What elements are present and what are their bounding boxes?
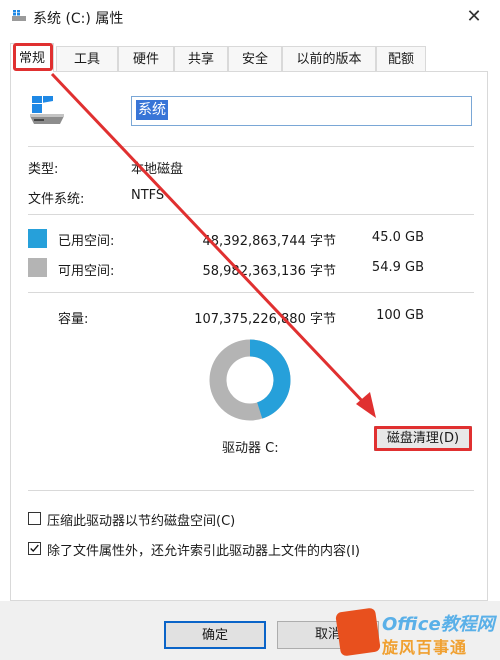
- free-color-swatch: [28, 258, 47, 277]
- window-title: 系统 (C:) 属性: [33, 11, 124, 27]
- drive-letter-label: 驱动器 C:: [222, 441, 279, 456]
- used-space-bytes: 48,392,863,744 字节: [202, 234, 336, 249]
- type-label: 类型:: [28, 162, 59, 177]
- drive-icon: [12, 10, 26, 21]
- filesystem-value: NTFS: [131, 188, 165, 203]
- capacity-bytes: 107,375,226,880 字节: [194, 312, 336, 327]
- tab-quota[interactable]: 配额: [376, 46, 426, 71]
- ok-button[interactable]: 确定: [164, 621, 266, 649]
- tab-security[interactable]: 安全: [228, 46, 282, 71]
- free-space-gb: 54.9 GB: [371, 260, 424, 275]
- checkmark-icon: [30, 544, 39, 553]
- tab-highlight-box: [13, 43, 53, 71]
- tab-tools[interactable]: 工具: [56, 46, 118, 71]
- free-space-bytes: 58,982,363,136 字节: [202, 264, 336, 279]
- divider: [28, 490, 474, 491]
- drive-name-value: 系统: [136, 100, 168, 120]
- watermark-logo: Office教程网 旋风百事通: [335, 607, 498, 658]
- used-space-label: 已用空间:: [58, 234, 115, 249]
- divider: [28, 146, 474, 147]
- divider: [28, 292, 474, 293]
- drive-name-input[interactable]: 系统: [131, 96, 472, 126]
- watermark-text-2: 旋风百事通: [382, 638, 468, 657]
- watermark-text-1: Office教程网: [382, 614, 495, 635]
- drive-icon: [30, 96, 64, 124]
- usage-donut-chart: [209, 339, 291, 421]
- compress-checkbox[interactable]: [28, 512, 41, 525]
- filesystem-label: 文件系统:: [28, 192, 85, 207]
- capacity-label: 容量:: [58, 312, 89, 327]
- tab-previous-versions[interactable]: 以前的版本: [282, 46, 376, 71]
- cleanup-highlight-box: [374, 426, 472, 451]
- type-value: 本地磁盘: [131, 162, 184, 177]
- tab-hardware[interactable]: 硬件: [118, 46, 174, 71]
- capacity-gb: 100 GB: [376, 308, 424, 323]
- index-label: 除了文件属性外，还允许索引此驱动器上文件的内容(I): [47, 544, 360, 559]
- divider: [28, 214, 474, 215]
- index-checkbox[interactable]: [28, 542, 41, 555]
- office-logo-icon: [335, 607, 381, 657]
- used-space-gb: 45.0 GB: [371, 230, 424, 245]
- free-space-label: 可用空间:: [58, 264, 115, 279]
- close-button[interactable]: ✕: [454, 2, 494, 32]
- used-color-swatch: [28, 229, 47, 248]
- tab-sharing[interactable]: 共享: [174, 46, 228, 71]
- title-bar: 系统 (C:) 属性 ✕: [0, 0, 500, 34]
- compress-label: 压缩此驱动器以节约磁盘空间(C): [47, 514, 236, 529]
